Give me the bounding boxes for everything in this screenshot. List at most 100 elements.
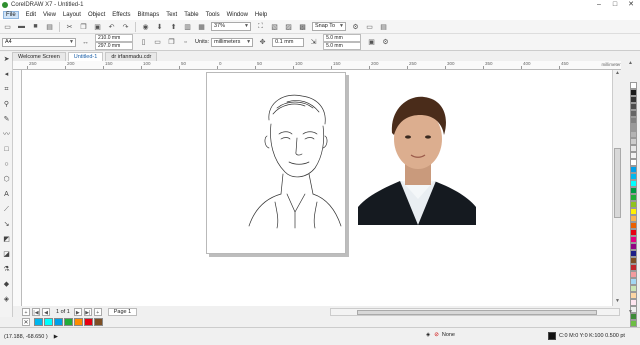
palette-swatch[interactable] bbox=[630, 187, 637, 194]
freehand-tool-icon[interactable]: ✎ bbox=[2, 115, 11, 124]
no-color-icon[interactable]: ✕ bbox=[22, 318, 30, 326]
transparency-tool-icon[interactable]: ◪ bbox=[2, 250, 11, 259]
search-content-icon[interactable]: ◉ bbox=[141, 22, 150, 31]
shape-tool-icon[interactable]: ◂ bbox=[2, 70, 11, 79]
vertical-scroll-thumb[interactable] bbox=[614, 148, 621, 218]
palette-swatch[interactable] bbox=[630, 215, 637, 222]
crop-tool-icon[interactable]: ⌗ bbox=[2, 85, 11, 94]
menu-bitmaps[interactable]: Bitmaps bbox=[138, 12, 160, 18]
menu-edit[interactable]: Edit bbox=[26, 12, 36, 18]
page-size-select[interactable]: A4 ▼ bbox=[2, 37, 76, 47]
palette-swatch[interactable] bbox=[630, 159, 637, 166]
palette-swatch[interactable] bbox=[630, 82, 637, 89]
artistic-media-icon[interactable]: 〰 bbox=[2, 130, 11, 139]
cut-icon[interactable]: ✂ bbox=[65, 22, 74, 31]
first-page-icon[interactable]: |◀ bbox=[32, 308, 40, 316]
document-palette-swatch[interactable] bbox=[54, 318, 63, 326]
close-button[interactable]: ✕ bbox=[626, 1, 636, 9]
add-page-icon[interactable]: + bbox=[22, 308, 30, 316]
menu-file[interactable]: File bbox=[3, 11, 19, 19]
undo-icon[interactable]: ↶ bbox=[107, 22, 116, 31]
document-palette-swatch[interactable] bbox=[94, 318, 103, 326]
palette-swatch[interactable] bbox=[630, 320, 637, 327]
palette-scroll-down-icon[interactable]: ▼ bbox=[626, 309, 635, 317]
palette-swatch[interactable] bbox=[630, 89, 637, 96]
connector-tool-icon[interactable]: ↘ bbox=[2, 220, 11, 229]
last-page-icon[interactable]: ▶| bbox=[83, 308, 92, 316]
interactive-fill-icon[interactable]: ◆ bbox=[2, 280, 11, 289]
current-page-icon[interactable]: ▫ bbox=[181, 38, 190, 47]
duplicate-y-field[interactable]: 5.0 mm bbox=[323, 42, 362, 50]
portrait-sketch[interactable] bbox=[247, 90, 342, 230]
show-rulers-icon[interactable]: ▧ bbox=[270, 22, 279, 31]
drawing-canvas[interactable] bbox=[22, 70, 619, 306]
palette-swatch[interactable] bbox=[630, 110, 637, 117]
menu-text[interactable]: Text bbox=[166, 12, 177, 18]
eyedropper-tool-icon[interactable]: ⚗ bbox=[2, 265, 11, 274]
palette-swatch[interactable] bbox=[630, 278, 637, 285]
snap-to-select[interactable]: Snap To ▼ bbox=[312, 22, 346, 31]
open-folder-icon[interactable]: ▬ bbox=[17, 22, 26, 31]
vertical-ruler[interactable] bbox=[13, 70, 22, 306]
layout-icon[interactable]: ▤ bbox=[379, 22, 388, 31]
palette-swatch[interactable] bbox=[630, 180, 637, 187]
palette-swatch[interactable] bbox=[630, 131, 637, 138]
palette-swatch[interactable] bbox=[630, 208, 637, 215]
show-guidelines-icon[interactable]: ▩ bbox=[298, 22, 307, 31]
document-palette-swatch[interactable] bbox=[84, 318, 93, 326]
palette-swatch[interactable] bbox=[630, 292, 637, 299]
export-icon[interactable]: ⬆ bbox=[169, 22, 178, 31]
palette-swatch[interactable] bbox=[630, 103, 637, 110]
document-palette-swatch[interactable] bbox=[64, 318, 73, 326]
tab-dr-irfanmadu[interactable]: dr irfanmadu.cdr bbox=[105, 52, 158, 61]
full-screen-icon[interactable]: ⛶ bbox=[256, 22, 265, 31]
palette-swatch[interactable] bbox=[630, 96, 637, 103]
palette-swatch[interactable] bbox=[630, 264, 637, 271]
units-select[interactable]: millimeters ▼ bbox=[211, 37, 254, 47]
palette-swatch[interactable] bbox=[630, 194, 637, 201]
print-icon[interactable]: ▤ bbox=[45, 22, 54, 31]
new-document-icon[interactable]: ▭ bbox=[3, 22, 12, 31]
menu-tools[interactable]: Tools bbox=[206, 12, 220, 18]
parallel-dimension-icon[interactable]: ⟋ bbox=[2, 205, 11, 214]
tab-untitled-1[interactable]: Untitled-1 bbox=[67, 52, 104, 61]
app-launcher-icon[interactable]: ▦ bbox=[197, 22, 206, 31]
palette-swatch[interactable] bbox=[630, 250, 637, 257]
ellipse-tool-icon[interactable]: ○ bbox=[2, 160, 11, 169]
smart-fill-icon[interactable]: ◈ bbox=[2, 295, 11, 304]
palette-swatch[interactable] bbox=[630, 299, 637, 306]
treat-as-filled-icon[interactable]: ▣ bbox=[367, 38, 376, 47]
duplicate-x-field[interactable]: 5.0 mm bbox=[323, 34, 362, 42]
palette-swatch[interactable] bbox=[630, 166, 637, 173]
palette-swatch[interactable] bbox=[630, 222, 637, 229]
nudge-distance-field[interactable]: 0.1 mm bbox=[272, 37, 305, 47]
palette-swatch[interactable] bbox=[630, 257, 637, 264]
redo-icon[interactable]: ↷ bbox=[121, 22, 130, 31]
menu-layout[interactable]: Layout bbox=[63, 12, 81, 18]
document-page[interactable] bbox=[206, 72, 346, 254]
tab-welcome-screen[interactable]: Welcome Screen bbox=[12, 52, 66, 61]
portrait-icon[interactable]: ▯ bbox=[139, 38, 148, 47]
zoom-tool-icon[interactable]: ⚲ bbox=[2, 100, 11, 109]
import-icon[interactable]: ⬇ bbox=[155, 22, 164, 31]
palette-swatch[interactable] bbox=[630, 145, 637, 152]
play-icon[interactable]: ▶ bbox=[54, 334, 58, 340]
palette-swatch[interactable] bbox=[630, 152, 637, 159]
palette-swatch[interactable] bbox=[630, 201, 637, 208]
options-icon[interactable]: ⚙ bbox=[381, 38, 390, 47]
palette-swatch[interactable] bbox=[630, 138, 637, 145]
minimize-button[interactable]: – bbox=[594, 1, 604, 9]
horizontal-ruler[interactable]: millimeters 250 200 150 100 50 0 50 100 150 200 25… bbox=[13, 61, 625, 70]
prev-page-icon[interactable]: ◀ bbox=[42, 308, 50, 316]
vertical-scrollbar[interactable]: ▲ ▼ bbox=[612, 70, 621, 306]
maximize-button[interactable]: □ bbox=[610, 1, 620, 9]
show-grid-icon[interactable]: ▨ bbox=[284, 22, 293, 31]
palette-swatch[interactable] bbox=[630, 229, 637, 236]
all-pages-icon[interactable]: ❐ bbox=[167, 38, 176, 47]
copy-icon[interactable]: ❐ bbox=[79, 22, 88, 31]
save-icon[interactable]: ■ bbox=[31, 22, 40, 31]
text-tool-icon[interactable]: A bbox=[2, 190, 11, 199]
options-icon[interactable]: ⚙ bbox=[351, 22, 360, 31]
zoom-level-select[interactable]: 37% ▼ bbox=[211, 22, 251, 31]
menu-effects[interactable]: Effects bbox=[112, 12, 130, 18]
